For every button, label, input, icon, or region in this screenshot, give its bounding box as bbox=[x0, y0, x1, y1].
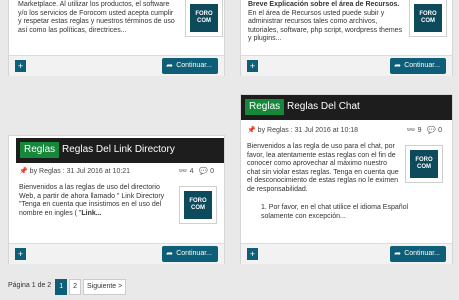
post-card-recursos: Breve Explicación sobre el área de Recur… bbox=[240, 0, 453, 76]
post-excerpt: Bienvenidos a las regla de uso para el c… bbox=[247, 143, 399, 193]
comments-count: 0 bbox=[438, 127, 442, 134]
post-card-marketplace: Marketplace. Al utilizar los productos, … bbox=[8, 0, 225, 76]
comments-count: 0 bbox=[210, 168, 214, 175]
post-title-bar: Reglas Reglas Del Chat bbox=[241, 95, 452, 120]
post-card-link-directory: Reglas Reglas Del Link Directory 📌 by Re… bbox=[8, 135, 225, 264]
post-meta: 📌 by Reglas : 31 Jul 2016 at 10:18 bbox=[247, 126, 358, 136]
views-count: 4 bbox=[189, 168, 194, 175]
forocom-logo-icon: FORO COM bbox=[414, 4, 442, 32]
forocom-logo: FORO COM bbox=[405, 145, 443, 183]
continue-label: Continuar... bbox=[176, 250, 212, 257]
comments-icon: 💬 bbox=[427, 127, 437, 134]
post-excerpt: Bienvenidos a las reglas de uso del dire… bbox=[19, 184, 171, 218]
comments-icon: 💬 bbox=[199, 168, 209, 175]
page-1-link[interactable]: 1 bbox=[55, 279, 68, 295]
post-excerpt-rest: En el área de Recursos usted puede subir… bbox=[248, 9, 403, 43]
views-count: 9 bbox=[417, 127, 422, 134]
continue-label: Continuar... bbox=[404, 250, 440, 257]
continue-label: Continuar... bbox=[176, 62, 212, 69]
category-tag[interactable]: Reglas bbox=[20, 142, 60, 158]
continue-button[interactable]: ➦ Continuar... bbox=[162, 246, 218, 262]
post-meta: 📌 by Reglas : 31 Jul 2016 at 10:21 bbox=[19, 167, 130, 177]
post-excerpt-bold: Link... bbox=[81, 209, 102, 217]
forocom-logo: FORO COM bbox=[185, 0, 223, 37]
continue-label: Continuar... bbox=[404, 62, 440, 69]
expand-button[interactable]: + bbox=[247, 60, 258, 72]
pagination: Página 1 de 2 1 2 Siguiente > bbox=[8, 279, 128, 295]
forocom-logo-icon: FORO COM bbox=[190, 4, 218, 32]
expand-button[interactable]: + bbox=[15, 60, 26, 72]
forocom-logo: FORO COM bbox=[179, 186, 217, 224]
card-footer: + ➦ Continuar... bbox=[9, 243, 224, 264]
post-excerpt: Marketplace. Al utilizar los productos, … bbox=[18, 1, 175, 34]
expand-button[interactable]: + bbox=[15, 248, 26, 260]
post-author-date: by Reglas : 31 Jul 2016 at 10:18 bbox=[257, 127, 359, 134]
next-page-link[interactable]: Siguiente > bbox=[83, 279, 127, 295]
forocom-logo-icon: FORO COM bbox=[184, 191, 212, 219]
card-footer: + ➦ Continuar... bbox=[241, 55, 452, 76]
card-footer: + ➦ Continuar... bbox=[9, 55, 224, 76]
views-icon: 👓 bbox=[406, 127, 416, 134]
post-stats: 👓 4 💬 0 bbox=[179, 167, 214, 177]
card-footer: + ➦ Continuar... bbox=[241, 243, 452, 264]
pin-icon: 📌 bbox=[19, 168, 28, 175]
share-arrow-icon: ➦ bbox=[394, 249, 401, 258]
views-icon: 👓 bbox=[178, 168, 188, 175]
continue-button[interactable]: ➦ Continuar... bbox=[390, 58, 446, 74]
post-author-date: by Reglas : 31 Jul 2016 at 10:21 bbox=[29, 168, 131, 175]
post-title[interactable]: Reglas Del Link Directory bbox=[62, 142, 175, 158]
share-arrow-icon: ➦ bbox=[166, 249, 173, 258]
page-2-link[interactable]: 2 bbox=[69, 279, 82, 295]
share-arrow-icon: ➦ bbox=[394, 61, 401, 70]
continue-button[interactable]: ➦ Continuar... bbox=[390, 246, 446, 262]
post-stats: 👓 9 💬 0 bbox=[407, 126, 442, 136]
rule-list-item: 1. Por favor, en el chat utilice el idio… bbox=[261, 204, 409, 220]
post-title-bar: Reglas Reglas Del Link Directory bbox=[16, 138, 224, 163]
post-title[interactable]: Reglas Del Chat bbox=[287, 99, 360, 115]
post-excerpt: Breve Explicación sobre el área de Recur… bbox=[248, 1, 404, 44]
share-arrow-icon: ➦ bbox=[166, 61, 173, 70]
pin-icon: 📌 bbox=[247, 127, 256, 134]
expand-button[interactable]: + bbox=[247, 248, 258, 260]
pagination-label: Página 1 de 2 bbox=[8, 282, 52, 289]
forocom-logo-icon: FORO COM bbox=[410, 150, 438, 178]
post-card-chat: Reglas Reglas Del Chat 📌 by Reglas : 31 … bbox=[240, 94, 453, 264]
category-tag[interactable]: Reglas bbox=[245, 99, 285, 115]
forocom-logo: FORO COM bbox=[409, 0, 447, 37]
post-excerpt-bold: Breve Explicación sobre el área de Recur… bbox=[248, 1, 400, 8]
continue-button[interactable]: ➦ Continuar... bbox=[162, 58, 218, 74]
